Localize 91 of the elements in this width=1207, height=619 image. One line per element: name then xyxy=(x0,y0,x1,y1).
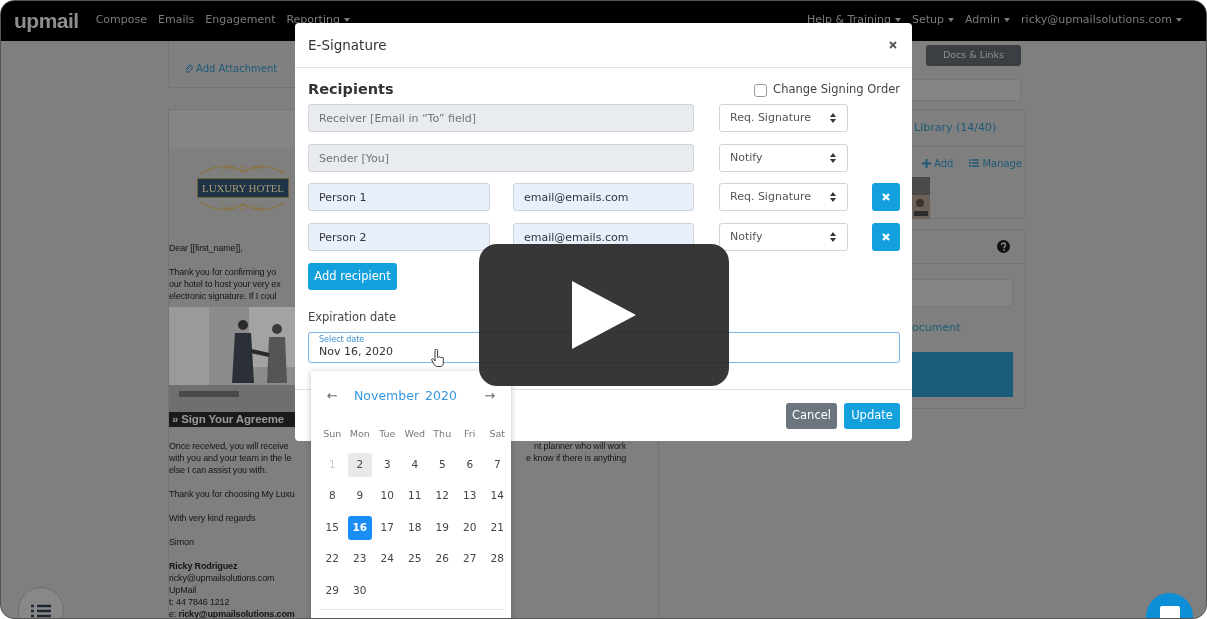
weekday-label: Fri xyxy=(463,427,477,441)
signature-type-select[interactable]: Req. Signature xyxy=(719,183,848,211)
calendar-day[interactable]: 11 xyxy=(402,484,427,509)
calendar-day[interactable]: 7 xyxy=(485,452,510,477)
text-field[interactable] xyxy=(912,79,1021,101)
checkbox[interactable] xyxy=(754,83,768,97)
nav-link[interactable]: Setup xyxy=(912,13,954,26)
weekday-label: Wed xyxy=(403,427,427,441)
calendar-day[interactable]: 29 xyxy=(320,578,345,603)
pointer-cursor-icon xyxy=(431,349,444,368)
checkbox-label: Change Signing Order xyxy=(773,81,900,99)
cancel-button[interactable]: Cancel xyxy=(786,403,837,429)
list-icon xyxy=(969,159,980,167)
field-label: Expiration date xyxy=(308,310,397,324)
nav-link[interactable]: Compose xyxy=(95,13,148,26)
email-text: t: 44 7846 1212 xyxy=(169,596,230,608)
cta-banner[interactable]: » Sign Your Agreeme xyxy=(169,412,296,427)
calendar-day[interactable]: 13 xyxy=(457,484,482,509)
calendar-day[interactable]: 20 xyxy=(457,515,482,540)
calendar-day[interactable]: 30 xyxy=(347,578,372,603)
close-icon xyxy=(887,39,899,51)
signature-type-select[interactable]: Notify xyxy=(719,223,848,251)
email-text: Once received, you will receive xyxy=(169,440,289,452)
next-month-button[interactable]: → xyxy=(476,386,504,406)
calendar-day[interactable]: 10 xyxy=(375,484,400,509)
email-text: our hotel to host your very ex xyxy=(169,278,281,290)
calendar-day[interactable]: 15 xyxy=(320,515,345,540)
calendar-day[interactable]: 12 xyxy=(430,484,455,509)
close-icon xyxy=(881,232,891,242)
weekday-label: Thu xyxy=(432,427,453,441)
play-button[interactable] xyxy=(479,244,729,386)
calendar-day[interactable]: 5 xyxy=(430,452,455,477)
play-icon xyxy=(570,279,638,351)
calendar-day[interactable]: 21 xyxy=(485,515,510,540)
weekday-label: Mon xyxy=(348,427,371,441)
email-text: nt planner who will work xyxy=(534,440,626,452)
email-text: Simon xyxy=(169,536,194,548)
name-field[interactable]: Person 1 xyxy=(308,183,490,211)
nav-link[interactable]: Engagement xyxy=(205,13,276,26)
logo[interactable]: upmail xyxy=(14,10,79,31)
email-text: ricky@upmailsolutions.com xyxy=(169,572,275,584)
nav-link[interactable]: Emails xyxy=(158,13,195,26)
weekday-label: Sun xyxy=(322,427,343,441)
calendar-day[interactable]: 18 xyxy=(402,515,427,540)
email-text: Thank you for confirming yo xyxy=(169,266,276,278)
calendar-day[interactable]: 3 xyxy=(375,452,400,477)
email-field[interactable]: email@emails.com xyxy=(513,183,694,211)
email-text: e know if there is anything xyxy=(526,452,626,464)
calendar-day[interactable]: 25 xyxy=(402,547,427,572)
previous-month-button[interactable]: ← xyxy=(318,386,346,406)
email-text: Ricky Rodriguez xyxy=(169,560,238,572)
email-text: Thank you for choosing My Luxu xyxy=(169,488,295,500)
close-button[interactable] xyxy=(887,39,899,51)
name-field[interactable]: Person 2 xyxy=(308,223,490,251)
email-text: e: ricky@upmailsolutions.com xyxy=(169,608,295,618)
calendar-day[interactable]: 6 xyxy=(457,452,482,477)
remove-button[interactable] xyxy=(872,183,900,211)
calendar-day[interactable]: 27 xyxy=(457,547,482,572)
email-text: UpMail xyxy=(169,584,197,596)
calendar-day[interactable]: 24 xyxy=(375,547,400,572)
calendar-day[interactable]: 26 xyxy=(430,547,455,572)
calendar-day[interactable]: 23 xyxy=(347,547,372,572)
hotel-logo-text: LUXURY HOTEL xyxy=(197,178,289,198)
calendar-day[interactable]: 2 xyxy=(347,452,372,477)
nav-link[interactable]: Admin xyxy=(965,13,1011,26)
email-text: with you and your team in the le xyxy=(169,452,292,464)
help-icon xyxy=(997,240,1010,253)
nav-link[interactable]: ricky@upmailsolutions.com xyxy=(1021,13,1182,26)
plus-icon xyxy=(922,158,931,168)
email-text: Dear [[first_name]], xyxy=(169,242,243,254)
calendar-day[interactable]: 28 xyxy=(485,547,510,572)
email-text: With very kind regards xyxy=(169,512,256,524)
calendar-day[interactable]: 9 xyxy=(347,484,372,509)
section-heading: Recipients xyxy=(308,80,394,100)
calendar-day[interactable]: 19 xyxy=(430,515,455,540)
calendar-day[interactable]: 17 xyxy=(375,515,400,540)
list-icon xyxy=(31,604,51,618)
modal-title: E-Signature xyxy=(308,36,387,54)
paperclip-icon xyxy=(185,63,193,74)
calendar-day[interactable]: 14 xyxy=(485,484,510,509)
library-title: Library (14/40) xyxy=(914,119,997,136)
email-text: else I can assist you with. xyxy=(169,464,267,476)
remove-button[interactable] xyxy=(872,223,900,251)
close-icon xyxy=(881,192,891,202)
calendar-day[interactable]: 8 xyxy=(320,484,345,509)
weekday-label: Tue xyxy=(378,427,397,441)
calendar-day[interactable]: 22 xyxy=(320,547,345,572)
floating-label: Select date xyxy=(319,336,366,344)
weekday-label: Sat xyxy=(488,427,507,441)
text-field[interactable] xyxy=(912,279,1013,307)
calendar-day[interactable]: 4 xyxy=(402,452,427,477)
